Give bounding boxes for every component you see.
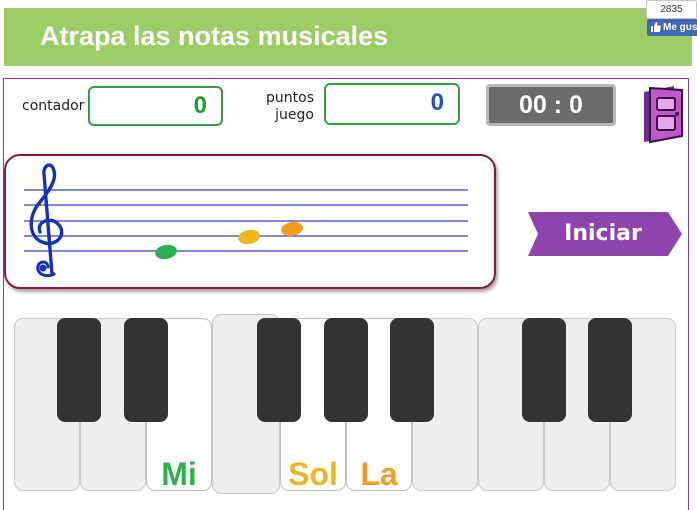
note-la	[281, 221, 303, 237]
like-label: Me gusta	[663, 22, 697, 33]
start-label: Iniciar	[564, 221, 642, 246]
black-key-fa-sharp[interactable]	[257, 318, 301, 422]
points-label-line2: juego	[275, 107, 314, 123]
counter-label: contador	[22, 98, 85, 114]
key-label-mi: Mi	[161, 456, 197, 492]
music-staff	[4, 154, 496, 289]
thumbs-up-icon	[651, 22, 661, 32]
black-key-sol-sharp[interactable]	[324, 318, 368, 422]
facebook-like-widget[interactable]: 2835 Me gusta	[646, 0, 697, 36]
exit-door-icon[interactable]	[640, 84, 688, 144]
start-button[interactable]: Iniciar	[528, 212, 682, 256]
key-label-sol: Sol	[288, 456, 338, 492]
counter-display: 0	[88, 86, 223, 126]
note-mi	[155, 244, 177, 260]
black-key-do-sharp-high[interactable]	[522, 318, 566, 422]
black-key-la-sharp[interactable]	[390, 318, 434, 422]
page-title: Atrapa las notas musicales	[40, 21, 389, 51]
like-count: 2835	[646, 0, 697, 19]
key-label-la: La	[360, 456, 398, 492]
points-label-line1: puntos	[266, 90, 314, 106]
black-key-re-sharp[interactable]	[124, 318, 168, 422]
points-label: puntos juego	[258, 90, 314, 124]
black-key-re-sharp-high[interactable]	[588, 318, 632, 422]
timer-display: 00 : 0	[486, 84, 616, 126]
note-sol	[238, 229, 260, 245]
black-key-do-sharp[interactable]	[57, 318, 101, 422]
title-bar: Atrapa las notas musicales	[4, 8, 692, 66]
treble-clef-icon	[29, 163, 64, 278]
like-button[interactable]: Me gusta	[647, 19, 697, 36]
points-display: 0	[324, 83, 460, 125]
